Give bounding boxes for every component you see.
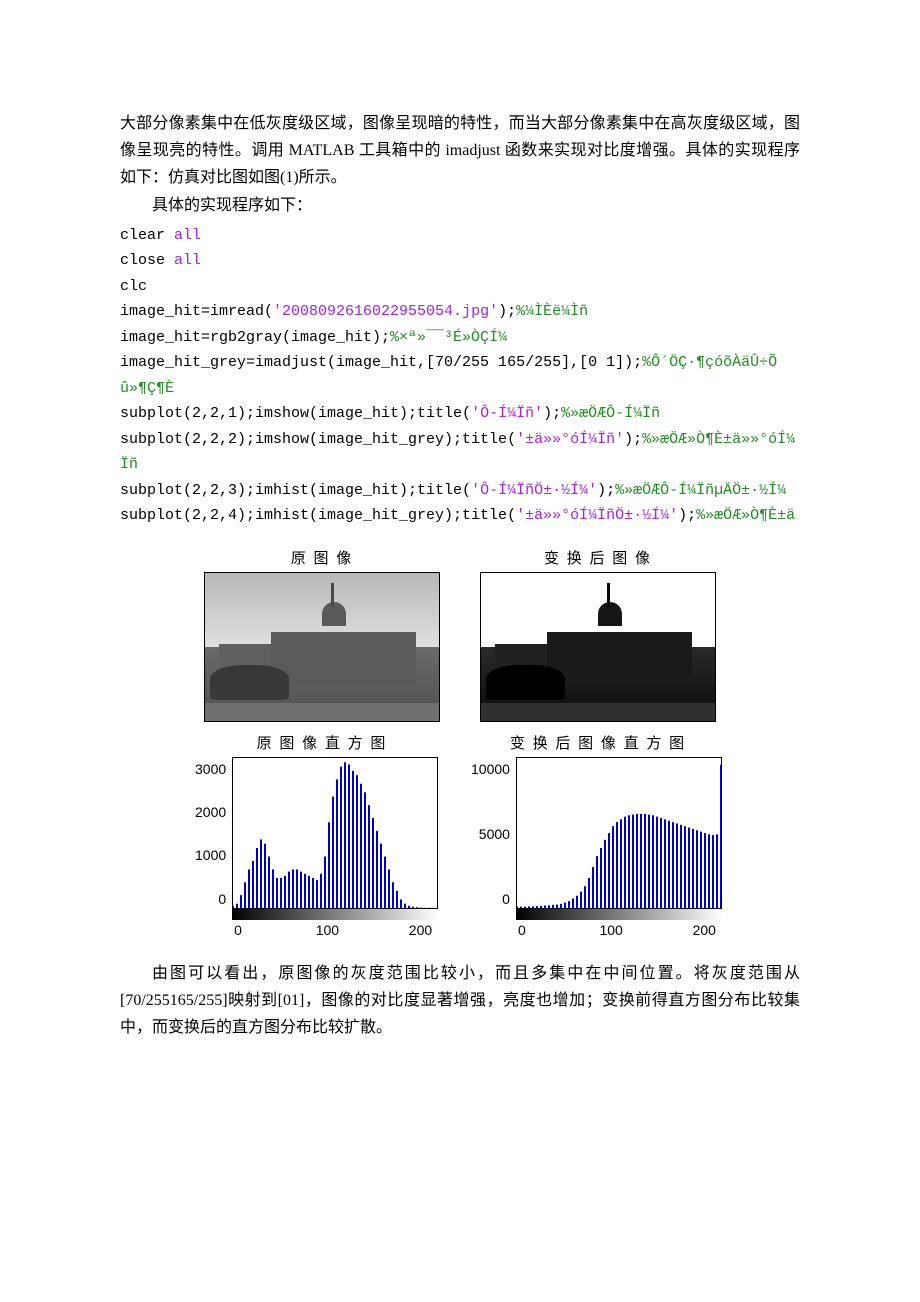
code-string: 'Ô-Í¼ÏñÖ±·½Í¼'	[471, 482, 597, 499]
code-comment: %×ª»¯¯³É»ÒÇÍ¼	[390, 329, 507, 346]
code-keyword: all	[174, 252, 201, 269]
document-page: 大部分像素集中在低灰度级区域，图像呈现暗的特性，而当大部分像素集中在高灰度级区域…	[0, 0, 920, 1101]
code-text: );	[624, 431, 642, 448]
hist2-y-ticks: 1000050000	[471, 757, 516, 907]
hist1-x-ticks: 0100200	[232, 922, 438, 938]
code-string: '±ä»»°óÍ¼Ïñ'	[516, 431, 624, 448]
code-text: );	[678, 507, 696, 524]
code-text: );	[597, 482, 615, 499]
paragraph-2: 具体的实现程序如下：	[120, 192, 800, 219]
paragraph-1: 大部分像素集中在低灰度级区域，图像呈现暗的特性，而当大部分像素集中在高灰度级区域…	[120, 110, 800, 192]
histogram-original	[232, 757, 438, 909]
figure-grid: 原 图 像 变 换 后 图 像	[195, 547, 725, 938]
gray-gradient-bar	[232, 909, 438, 920]
code-text: subplot(2,2,3);imhist(image_hit);title(	[120, 482, 471, 499]
original-image	[204, 572, 440, 722]
code-text: image_hit=imread(	[120, 303, 273, 320]
subplot-1: 原 图 像	[195, 547, 449, 722]
code-text: clc	[120, 278, 147, 295]
subplot-3: 原 图 像 直 方 图 3000200010000 0100200	[195, 732, 449, 938]
code-string: '2008092616022955054.jpg'	[273, 303, 498, 320]
code-text: );	[498, 303, 516, 320]
hist1-y-ticks: 3000200010000	[195, 757, 232, 907]
histogram-transformed	[516, 757, 722, 909]
code-comment: %¼ÌÈë¼Ìñ	[516, 303, 588, 320]
subplot-4: 变 换 后 图 像 直 方 图 1000050000 0100200	[471, 732, 725, 938]
subplot-title-4: 变 换 后 图 像 直 方 图	[510, 732, 686, 753]
paragraph-3: 由图可以看出，原图像的灰度范围比较小，而且多集中在中间位置。将灰度范围从[70/…	[120, 960, 800, 1042]
code-comment: %»æÖÆ»Ò¶È±ä	[696, 507, 795, 524]
code-text: image_hit=rgb2gray(image_hit);	[120, 329, 390, 346]
code-text: clear	[120, 227, 174, 244]
code-text: image_hit_grey=imadjust(image_hit,[70/25…	[120, 354, 642, 371]
code-text: subplot(2,2,1);imshow(image_hit);title(	[120, 405, 471, 422]
code-text: close	[120, 252, 174, 269]
transformed-image	[480, 572, 716, 722]
code-text: );	[543, 405, 561, 422]
code-comment: %»æÖÆÔ-Í¼Ïñ	[561, 405, 660, 422]
subplot-title-3: 原 图 像 直 方 图	[257, 732, 388, 753]
code-string: '±ä»»°óÍ¼ÏñÖ±·½Í¼'	[516, 507, 678, 524]
code-comment: %»æÖÆÔ-Í¼ÏñµÄÖ±·½Í¼	[615, 482, 786, 499]
subplot-title-2: 变 换 后 图 像	[544, 547, 652, 568]
hist2-x-ticks: 0100200	[516, 922, 722, 938]
code-text: subplot(2,2,4);imhist(image_hit_grey);ti…	[120, 507, 516, 524]
gray-gradient-bar	[516, 909, 722, 920]
code-string: 'Ô-Í¼Ïñ'	[471, 405, 543, 422]
code-text: subplot(2,2,2);imshow(image_hit_grey);ti…	[120, 431, 516, 448]
subplot-title-1: 原 图 像	[291, 547, 354, 568]
code-keyword: all	[174, 227, 201, 244]
matlab-code-block: clear all close all clc image_hit=imread…	[120, 223, 800, 529]
subplot-2: 变 换 后 图 像	[471, 547, 725, 722]
